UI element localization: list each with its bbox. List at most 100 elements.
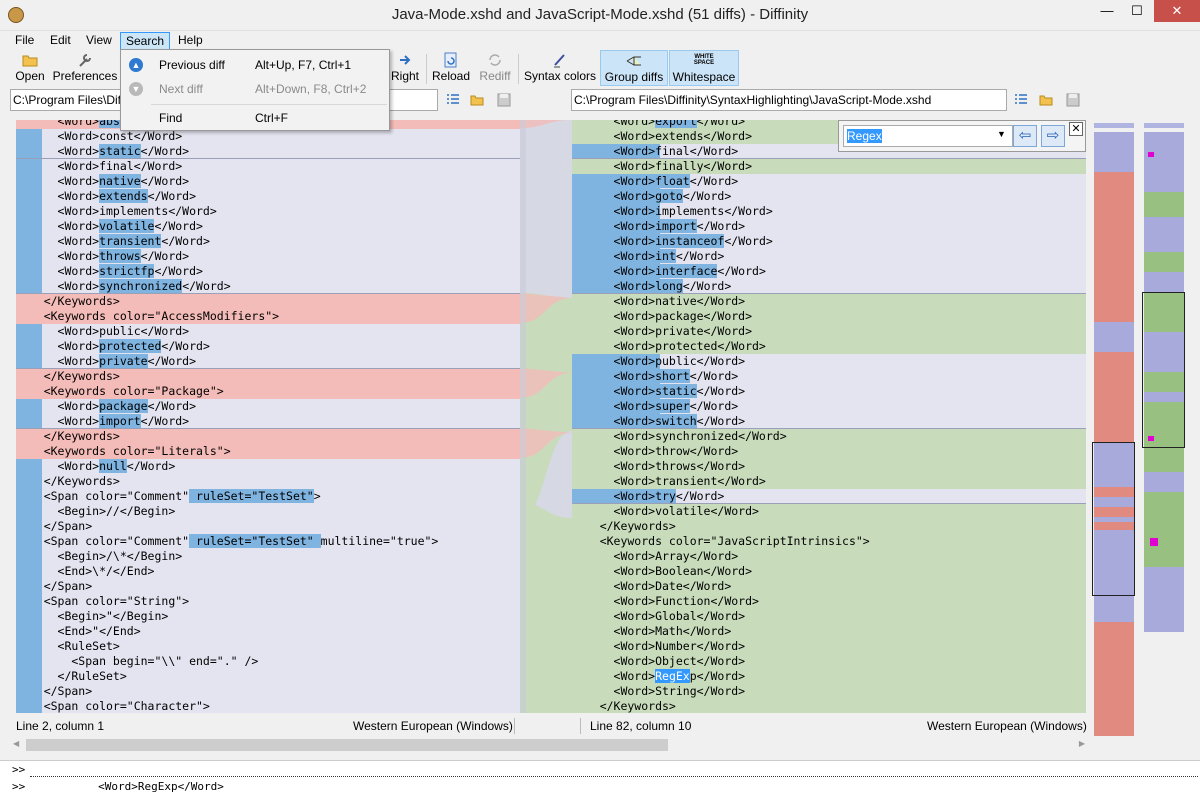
right-code-line[interactable]: <Word>Date</Word> (572, 579, 1086, 594)
right-code-line[interactable]: <Word>goto</Word> (572, 189, 1086, 204)
menu-view[interactable]: View (81, 32, 117, 50)
right-code-line[interactable]: <Word>interface</Word> (572, 264, 1086, 279)
menu-item-next-diff[interactable]: ▼ Next diff Alt+Down, F8, Ctrl+2 (121, 78, 389, 100)
syntax-colors-button[interactable]: Syntax colors (522, 50, 598, 86)
left-code-line[interactable]: <Span color="Character"> (16, 699, 520, 713)
minimize-button[interactable]: — (1092, 0, 1122, 22)
left-code-line[interactable]: </RuleSet> (16, 669, 520, 684)
right-code-line[interactable]: <Word>native</Word> (572, 294, 1086, 309)
left-code-line[interactable]: <Span color="Comment" ruleSet="TestSet" … (16, 534, 520, 549)
left-code-line[interactable]: <Word>transient</Word> (16, 234, 520, 249)
left-code-line[interactable]: <Word>package</Word> (16, 399, 520, 414)
find-input[interactable]: Regex (843, 125, 1013, 147)
save-icon[interactable] (1066, 93, 1080, 107)
find-close-icon[interactable]: ✕ (1069, 122, 1083, 136)
right-code-line[interactable]: <Word>import</Word> (572, 219, 1086, 234)
right-code-line[interactable]: <Word>public</Word> (572, 354, 1086, 369)
left-code-line[interactable]: <Span color="Comment" ruleSet="TestSet"> (16, 489, 520, 504)
right-code-line[interactable]: <Word>String</Word> (572, 684, 1086, 699)
left-code-line[interactable]: </Span> (16, 684, 520, 699)
menu-edit[interactable]: Edit (45, 32, 76, 50)
maximize-button[interactable]: ☐ (1122, 0, 1152, 22)
right-code-line[interactable]: <Word>switch</Word> (572, 414, 1086, 429)
left-code-line[interactable]: <Word>private</Word> (16, 354, 520, 369)
left-code-line[interactable]: <Word>throws</Word> (16, 249, 520, 264)
preferences-button[interactable]: Preferences (52, 50, 118, 86)
right-code-line[interactable]: <Word>float</Word> (572, 174, 1086, 189)
left-code-line[interactable]: <Word>protected</Word> (16, 339, 520, 354)
right-code-line[interactable]: <Word>throw</Word> (572, 444, 1086, 459)
right-code-line[interactable]: <Word>Boolean</Word> (572, 564, 1086, 579)
right-code-line[interactable]: </Keywords> (572, 519, 1086, 534)
left-code-line[interactable]: </Span> (16, 579, 520, 594)
left-code-line[interactable]: <End>\*/</End> (16, 564, 520, 579)
left-code-line[interactable]: <Word>final</Word> (16, 159, 520, 174)
left-code-line[interactable]: <Word>native</Word> (16, 174, 520, 189)
right-code-line[interactable]: <Word>private</Word> (572, 324, 1086, 339)
right-encoding[interactable]: Western European (Windows) (927, 716, 1087, 736)
scroll-right-icon[interactable]: ▶ (1079, 739, 1085, 748)
close-button[interactable]: ✕ (1154, 0, 1200, 22)
rediff-button[interactable]: Rediff (476, 50, 514, 86)
right-code-line[interactable]: <Word>transient</Word> (572, 474, 1086, 489)
left-code-line[interactable]: <Begin>"</Begin> (16, 609, 520, 624)
left-code-line[interactable]: <Word>volatile</Word> (16, 219, 520, 234)
left-code-line[interactable]: <Word>static</Word> (16, 144, 520, 159)
right-code-line[interactable]: <Word>synchronized</Word> (572, 429, 1086, 444)
left-code-line[interactable]: <Word>const</Word> (16, 129, 520, 144)
menu-item-previous-diff[interactable]: ▲ Previous diff Alt+Up, F7, Ctrl+1 (121, 54, 389, 76)
left-code-line[interactable]: <Begin>//</Begin> (16, 504, 520, 519)
left-code-line[interactable]: </Span> (16, 519, 520, 534)
right-code-line[interactable]: <Word>long</Word> (572, 279, 1086, 294)
menu-file[interactable]: File (10, 32, 39, 50)
scrollbar-thumb[interactable] (26, 739, 668, 751)
left-code-line[interactable]: <Word>implements</Word> (16, 204, 520, 219)
left-code-line[interactable]: <Span begin="\\" end="." /> (16, 654, 520, 669)
right-code-line[interactable]: <Word>package</Word> (572, 309, 1086, 324)
chevron-down-icon[interactable]: ▼ (997, 129, 1006, 139)
left-code-line[interactable]: </Keywords> (16, 294, 520, 309)
right-button[interactable]: Right (388, 50, 422, 86)
left-code-line[interactable]: </Keywords> (16, 369, 520, 384)
left-code-line[interactable]: <Word>import</Word> (16, 414, 520, 429)
left-code-line[interactable]: </Keywords> (16, 474, 520, 489)
right-path-input[interactable]: C:\Program Files\Diffinity\SyntaxHighlig… (571, 89, 1007, 111)
right-code-line[interactable]: <Word>protected</Word> (572, 339, 1086, 354)
group-diffs-button[interactable]: Group diffs (600, 50, 668, 86)
menu-help[interactable]: Help (173, 32, 208, 50)
right-code-line[interactable]: <Word>Number</Word> (572, 639, 1086, 654)
right-code-line[interactable]: <Word>Math</Word> (572, 624, 1086, 639)
left-code-line[interactable]: <Keywords color="Package"> (16, 384, 520, 399)
left-code-line[interactable]: <Word>strictfp</Word> (16, 264, 520, 279)
right-code-line[interactable]: <Word>short</Word> (572, 369, 1086, 384)
left-code-line[interactable]: <Word>extends</Word> (16, 189, 520, 204)
right-code-line[interactable]: </Keywords> (572, 699, 1086, 713)
left-code-line[interactable]: <Word>synchronized</Word> (16, 279, 520, 294)
left-code-line[interactable]: <End>"</End> (16, 624, 520, 639)
reload-button[interactable]: Reload (431, 50, 471, 86)
right-code-line[interactable]: <Word>Array</Word> (572, 549, 1086, 564)
open-button[interactable]: Open (10, 50, 50, 86)
menu-item-find[interactable]: Find Ctrl+F (121, 107, 389, 129)
left-code-line[interactable]: <Word>public</Word> (16, 324, 520, 339)
right-code-line[interactable]: <Word>throws</Word> (572, 459, 1086, 474)
horizontal-scrollbar[interactable]: ◀ ▶ (10, 738, 1088, 752)
right-code-line[interactable]: <Word>instanceof</Word> (572, 234, 1086, 249)
left-code-line[interactable]: <Word>null</Word> (16, 459, 520, 474)
command-area[interactable]: >> >> <Word>RegExp</Word> (0, 760, 1200, 800)
right-code-line[interactable]: <Word>Function</Word> (572, 594, 1086, 609)
left-code-line[interactable]: <Keywords color="AccessModifiers"> (16, 309, 520, 324)
right-code-line[interactable]: <Word>implements</Word> (572, 204, 1086, 219)
save-icon[interactable] (497, 93, 511, 107)
find-previous-button[interactable]: ⇦ (1013, 125, 1037, 147)
folder-icon[interactable] (1039, 93, 1053, 107)
right-overview-bar[interactable] (1142, 132, 1185, 632)
command-line-2[interactable]: >> <Word>RegExp</Word> (12, 779, 224, 795)
right-code-line[interactable]: <Word>try</Word> (572, 489, 1086, 504)
right-code-line[interactable]: <Keywords color="JavaScriptIntrinsics"> (572, 534, 1086, 549)
right-code-line[interactable]: <Word>Global</Word> (572, 609, 1086, 624)
right-code-line[interactable]: <Word>super</Word> (572, 399, 1086, 414)
left-code-line[interactable]: <RuleSet> (16, 639, 520, 654)
left-code-line[interactable]: <Keywords color="Literals"> (16, 444, 520, 459)
find-next-button[interactable]: ⇨ (1041, 125, 1065, 147)
